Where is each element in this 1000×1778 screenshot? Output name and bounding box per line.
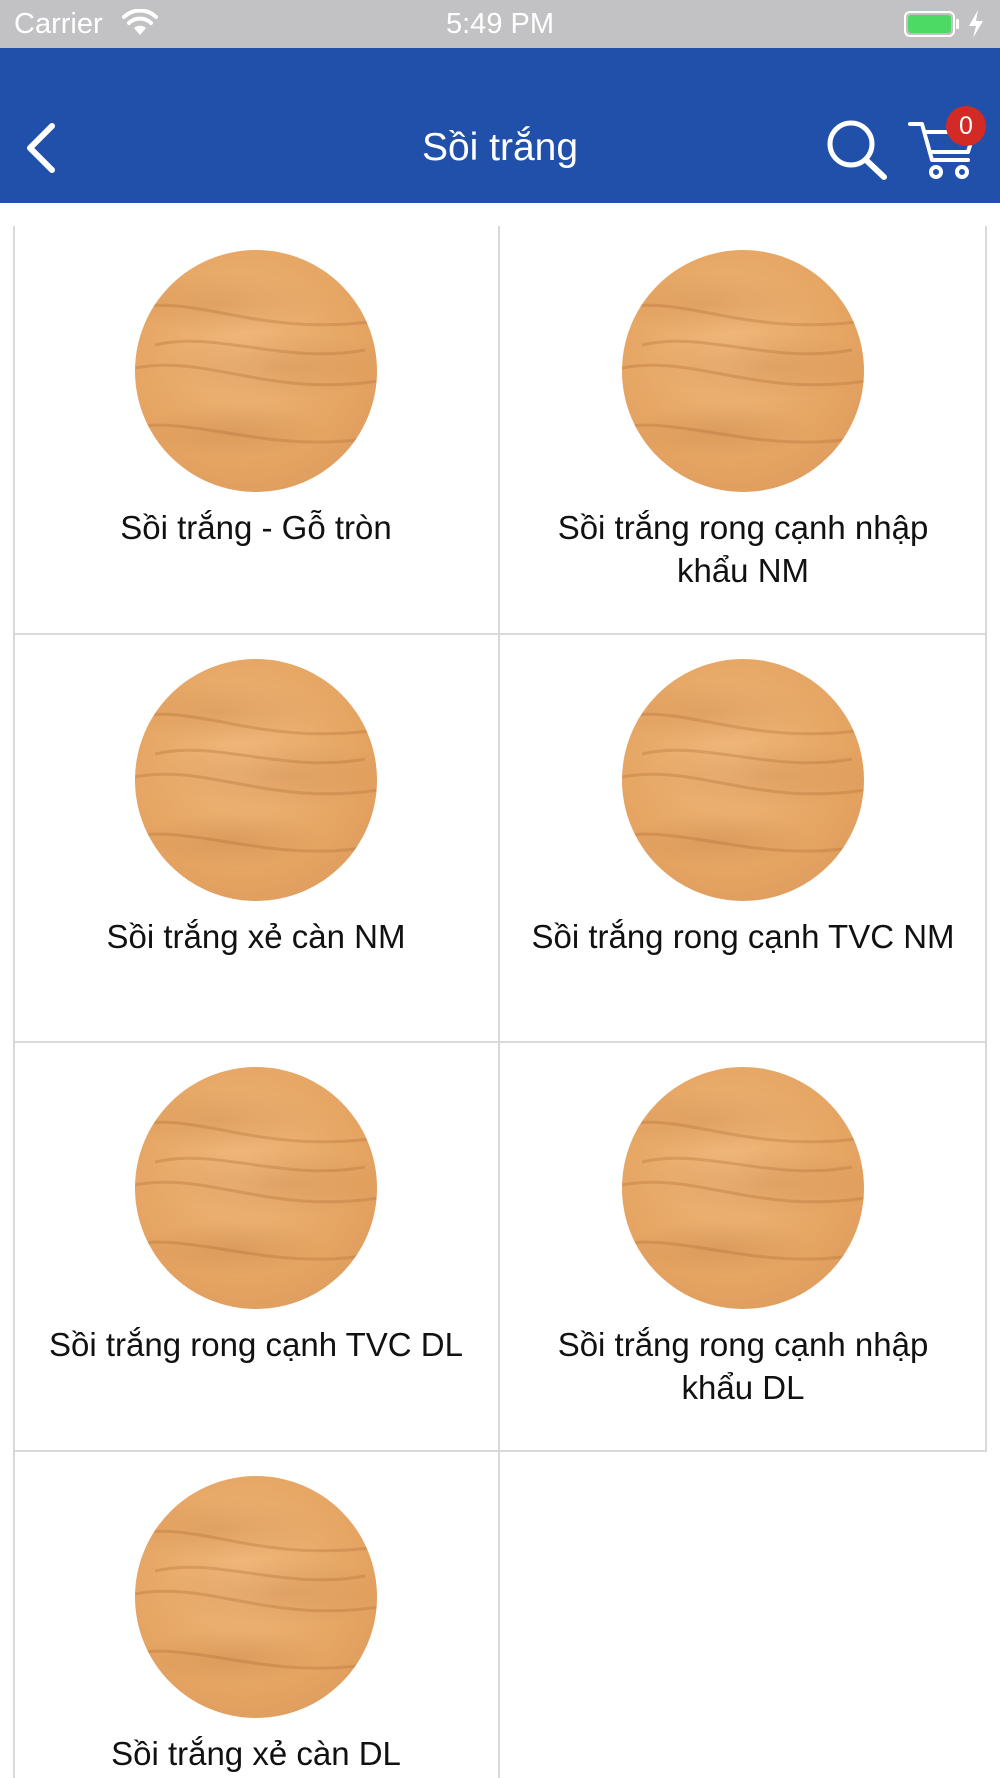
product-name: Sồi trắng rong cạnh TVC NM [531,918,955,955]
status-bar: Carrier 5:49 PM [0,0,1000,48]
wood-swatch-image [622,659,864,901]
cart-count-badge: 0 [946,106,986,146]
charging-bolt-icon [969,10,983,38]
wood-swatch-image [135,1067,377,1309]
product-name: Sồi trắng - Gỗ tròn [120,509,392,546]
wood-swatch-image [135,1476,377,1718]
product-card[interactable]: Sồi trắng rong cạnh nhập khẩu DL [500,1043,986,1451]
clock: 5:49 PM [446,8,554,40]
product-card[interactable]: Sồi trắng xẻ càn DL [13,1452,499,1778]
battery-icon [904,11,959,37]
back-chevron-icon[interactable] [18,120,62,176]
search-icon[interactable] [824,118,890,182]
wood-swatch-image [622,1067,864,1309]
product-card[interactable]: Sồi trắng - Gỗ tròn [13,226,499,634]
nav-bar: Sồi trắng 0 [0,48,1000,203]
product-name: Sồi trắng xẻ càn DL [111,1735,401,1772]
page-title: Sồi trắng [421,126,579,169]
wood-swatch-image [622,250,864,492]
wood-swatch-image [135,659,377,901]
product-grid: Sồi trắng - Gỗ tròn Sồi trắng rong cạnh … [13,226,987,1778]
product-card[interactable]: Sồi trắng rong cạnh nhập khẩu NM [500,226,986,634]
product-name: Sồi trắng xẻ càn NM [106,918,406,955]
product-name: Sồi trắng rong cạnh nhập khẩu NM [557,509,929,589]
product-name: Sồi trắng rong cạnh nhập khẩu DL [557,1326,929,1406]
product-name: Sồi trắng rong cạnh TVC DL [49,1326,463,1363]
product-card[interactable]: Sồi trắng rong cạnh TVC DL [13,1043,499,1451]
wood-swatch-image [135,250,377,492]
product-card[interactable]: Sồi trắng rong cạnh TVC NM [500,635,986,1043]
product-card[interactable]: Sồi trắng xẻ càn NM [13,635,499,1043]
